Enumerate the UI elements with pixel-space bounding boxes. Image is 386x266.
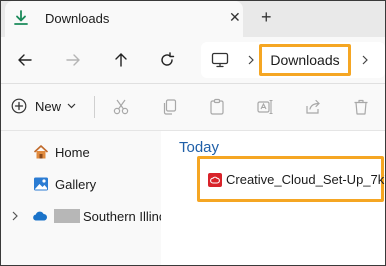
redacted-name — [54, 209, 80, 223]
chevron-right-icon[interactable] — [247, 55, 255, 65]
breadcrumb-label: Downloads — [270, 52, 340, 68]
new-tab-button[interactable]: + — [261, 7, 272, 27]
sidebar-item-onedrive[interactable]: Southern Illinc — [11, 205, 165, 227]
breadcrumb-downloads[interactable]: Downloads — [259, 44, 351, 76]
refresh-button[interactable] — [153, 46, 181, 74]
copy-icon[interactable] — [161, 98, 179, 116]
sidebar-item-gallery[interactable]: Gallery — [33, 173, 96, 195]
plus-circle-icon — [11, 98, 27, 114]
group-header-today[interactable]: Today — [179, 139, 219, 156]
paste-icon[interactable] — [208, 98, 226, 116]
refresh-icon — [161, 52, 175, 66]
navigation-bar: Downloads — [1, 37, 385, 83]
address-bar[interactable]: Downloads — [201, 42, 385, 78]
navigation-pane: Home Gallery Southern Illinc — [1, 131, 165, 265]
tab-title: Downloads — [45, 11, 110, 26]
sidebar-item-home[interactable]: Home — [33, 141, 90, 163]
tab-close-button[interactable]: ✕ — [229, 9, 241, 25]
file-name: Creative_Cloud_Set-Up_7k75 — [226, 172, 386, 187]
cut-icon[interactable] — [112, 98, 130, 116]
tab-downloads[interactable]: Downloads ✕ — [5, 1, 243, 37]
command-bar: New — [1, 84, 385, 130]
chevron-right-icon[interactable] — [361, 55, 369, 65]
download-icon — [14, 10, 28, 25]
file-item[interactable]: Creative_Cloud_Set-Up_7k75 — [197, 156, 386, 202]
onedrive-cloud-icon — [33, 211, 47, 221]
sidebar-item-label: Gallery — [55, 176, 97, 192]
forward-button[interactable] — [59, 46, 87, 74]
creative-cloud-icon — [208, 172, 222, 187]
file-row: Creative_Cloud_Set-Up_7k75 — [208, 172, 386, 187]
back-button[interactable] — [11, 46, 39, 74]
new-button[interactable]: New — [11, 94, 76, 118]
chevron-right-icon[interactable] — [11, 211, 19, 221]
tab-bar: Downloads ✕ + — [1, 1, 385, 37]
home-icon — [33, 145, 49, 159]
arrow-up-icon — [115, 53, 127, 67]
sidebar-item-label: Home — [55, 144, 90, 160]
arrow-left-icon — [18, 54, 32, 66]
monitor-icon — [211, 52, 229, 68]
file-explorer-window: Downloads ✕ + Downloads New Home Gallery… — [0, 0, 386, 266]
new-button-label: New — [35, 98, 62, 114]
share-icon[interactable] — [304, 98, 322, 116]
up-button[interactable] — [107, 46, 135, 74]
toolbar-divider — [94, 96, 95, 118]
sidebar-item-label: Southern Illinc — [83, 208, 166, 224]
arrow-right-icon — [66, 54, 80, 66]
gallery-icon — [34, 177, 48, 191]
chevron-down-icon — [67, 103, 76, 109]
rename-icon[interactable] — [256, 98, 274, 116]
delete-icon[interactable] — [352, 98, 370, 116]
